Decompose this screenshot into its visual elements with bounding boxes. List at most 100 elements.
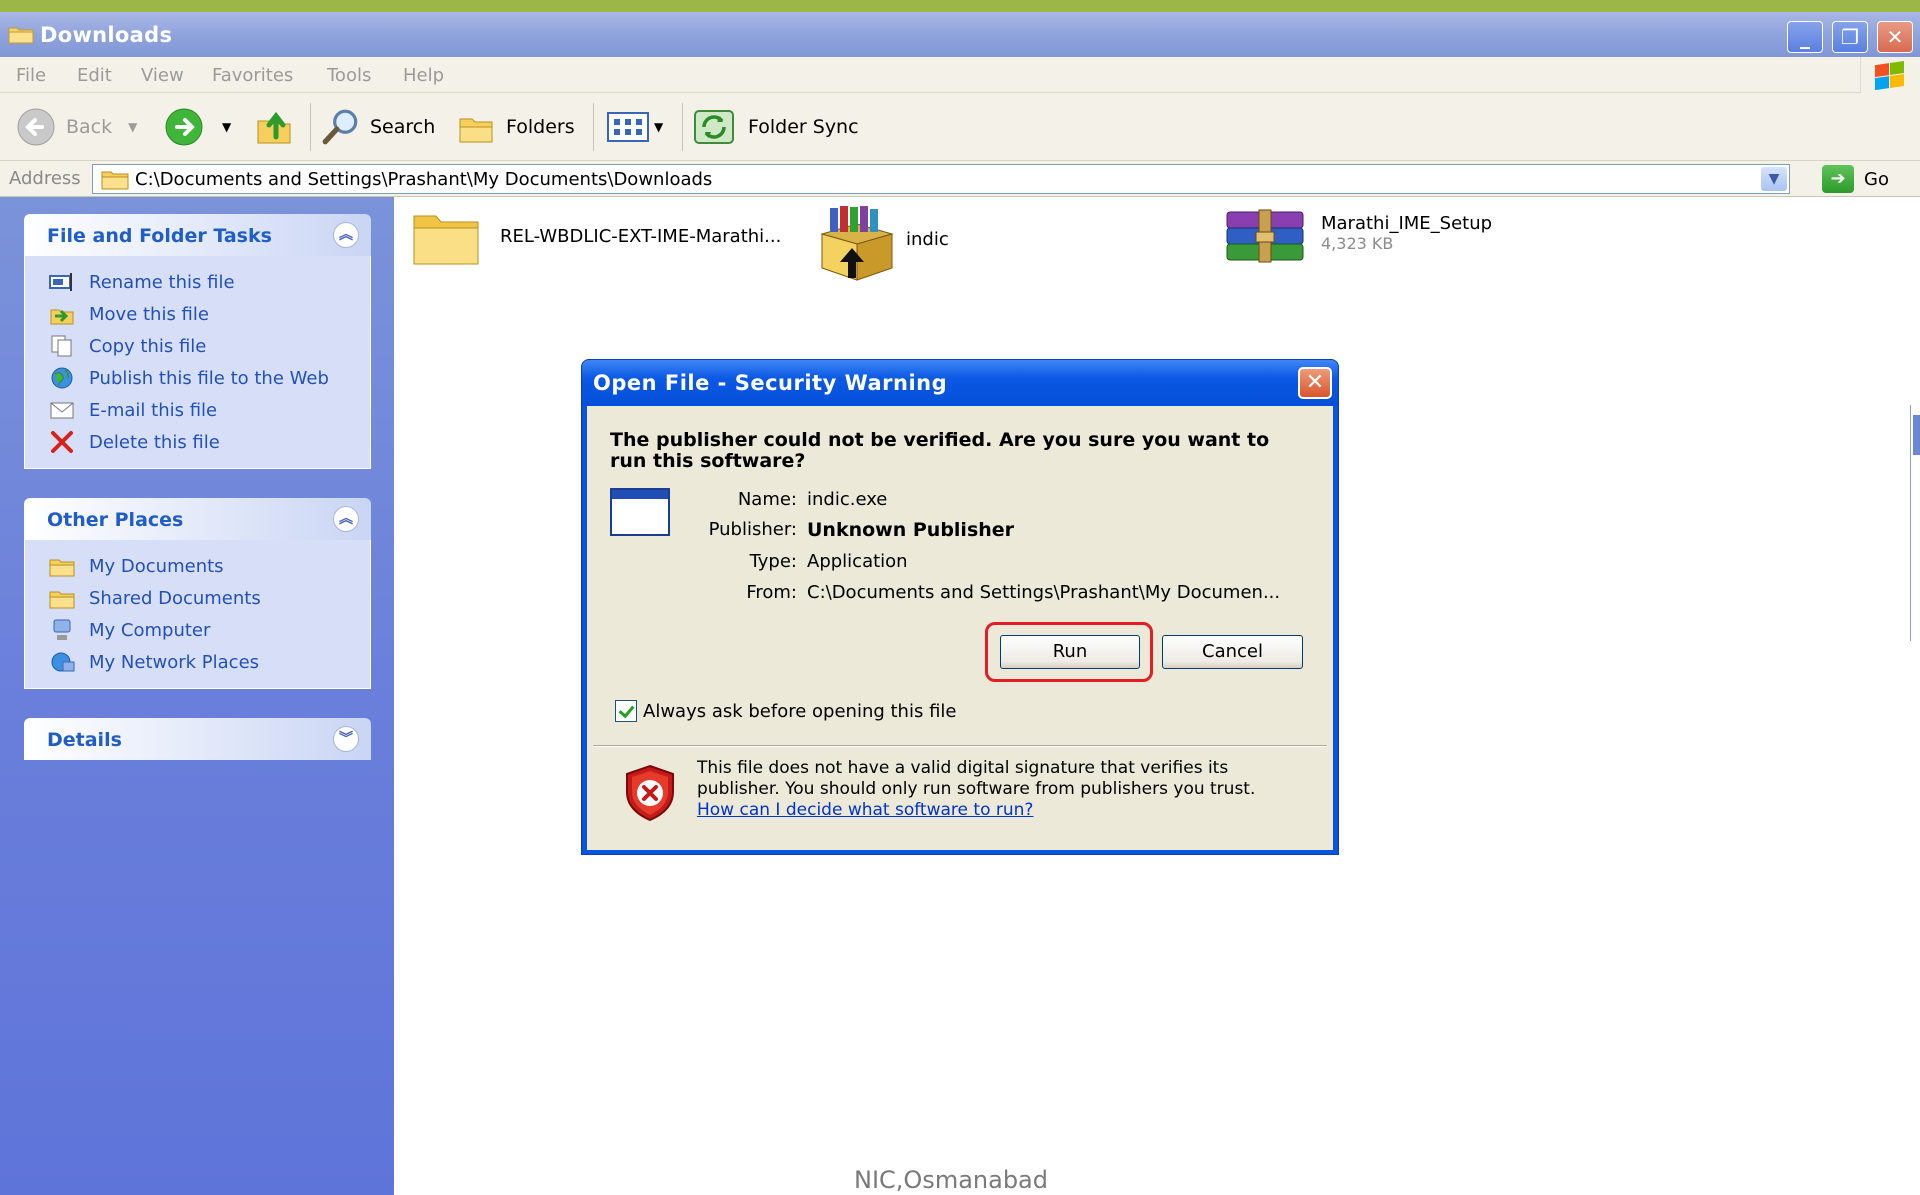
collapse-icon[interactable]: ︽ — [333, 506, 359, 532]
dialog-close-button[interactable]: ✕ — [1298, 367, 1332, 399]
file-size: 4,323 KB — [1321, 234, 1394, 253]
panel-body: Rename this file Move this file Copy thi… — [24, 256, 371, 469]
back-button[interactable]: Back ▼ — [16, 106, 137, 148]
shared-documents-link[interactable]: Shared Documents — [25, 582, 370, 614]
my-network-places-link[interactable]: My Network Places — [25, 646, 370, 678]
place-label: My Computer — [89, 619, 211, 641]
program-titlebar-graphic — [612, 490, 668, 499]
copy-file-link[interactable]: Copy this file — [25, 330, 370, 362]
file-item[interactable]: indic — [810, 204, 949, 284]
delete-file-link[interactable]: Delete this file — [25, 426, 370, 458]
dialog-titlebar[interactable]: Open File - Security Warning ✕ — [582, 360, 1338, 406]
standard-toolbar: Back ▼ ▼ Search Folders ▼ Folder Sync — [0, 93, 1920, 161]
folders-button[interactable]: Folders — [456, 106, 575, 148]
back-dropdown-icon: ▼ — [128, 120, 138, 134]
footer-credit: NIC,Osmanabad — [854, 1166, 1048, 1194]
collapse-icon[interactable]: ︽ — [333, 222, 359, 248]
explorer-task-pane: File and Folder Tasks ︽ Rename this file… — [0, 197, 394, 1195]
task-label: Delete this file — [89, 431, 220, 453]
always-ask-label[interactable]: Always ask before opening this file — [643, 701, 956, 722]
go-label: Go — [1864, 168, 1889, 190]
place-label: My Documents — [89, 555, 224, 577]
type-row: Type: Application — [667, 551, 1317, 577]
publisher-value: Unknown Publisher — [807, 519, 1015, 541]
type-label: Type: — [749, 551, 797, 572]
winrar-archive-icon — [1226, 209, 1304, 263]
run-button[interactable]: Run — [1000, 635, 1140, 669]
computer-icon — [53, 619, 71, 640]
email-icon — [50, 402, 74, 419]
folder-icon — [49, 591, 75, 609]
dialog-title: Open File - Security Warning — [593, 371, 948, 395]
folder-sync-button[interactable]: Folder Sync — [692, 106, 859, 148]
my-documents-link[interactable]: My Documents — [25, 550, 370, 582]
window-title: Downloads — [40, 23, 173, 47]
minimize-button[interactable]: _ — [1787, 21, 1823, 53]
menu-edit[interactable]: Edit — [77, 65, 112, 86]
network-icon — [51, 652, 75, 672]
views-dropdown-icon: ▼ — [654, 120, 664, 134]
folder-icon — [413, 215, 479, 265]
details-panel: Details ︾ — [24, 718, 371, 760]
move-file-link[interactable]: Move this file — [25, 298, 370, 330]
folders-label: Folders — [506, 116, 575, 138]
windows-flag-icon — [1875, 61, 1905, 91]
panel-title: Details — [47, 729, 122, 751]
always-ask-checkbox[interactable] — [615, 700, 637, 722]
dialog-divider — [593, 745, 1327, 747]
my-computer-link[interactable]: My Computer — [25, 614, 370, 646]
forward-arrow-icon — [165, 108, 203, 146]
scrollbar-thumb[interactable] — [1913, 415, 1920, 455]
name-row: Name: indic.exe — [667, 489, 1317, 515]
email-file-link[interactable]: E-mail this file — [25, 394, 370, 426]
delete-icon — [51, 431, 73, 453]
menu-tools[interactable]: Tools — [327, 65, 371, 86]
file-name: REL-WBDLIC-EXT-IME-Marathi... — [500, 225, 782, 247]
menu-favorites[interactable]: Favorites — [212, 65, 293, 86]
back-label: Back — [66, 116, 113, 138]
from-row: From: C:\Documents and Settings\Prashant… — [667, 582, 1317, 608]
panel-header[interactable]: File and Folder Tasks ︽ — [24, 214, 371, 256]
cancel-button[interactable]: Cancel — [1162, 635, 1303, 669]
file-item[interactable]: Marathi_IME_Setup 4,323 KB — [1223, 208, 1492, 266]
menu-file[interactable]: File — [16, 65, 46, 86]
file-folder-tasks-panel: File and Folder Tasks ︽ Rename this file… — [24, 214, 371, 469]
forward-button[interactable]: ▼ — [164, 106, 231, 148]
scrollbar-edge[interactable] — [1910, 405, 1920, 641]
address-input[interactable]: C:\Documents and Settings\Prashant\My Do… — [92, 164, 1790, 194]
always-ask-option: Always ask before opening this file — [615, 700, 956, 722]
panel-title: File and Folder Tasks — [47, 225, 272, 247]
panel-header[interactable]: Other Places ︽ — [24, 498, 371, 540]
expand-icon[interactable]: ︾ — [333, 726, 359, 752]
panel-header[interactable]: Details ︾ — [24, 718, 371, 760]
from-value: C:\Documents and Settings\Prashant\My Do… — [807, 582, 1281, 603]
security-shield-icon — [626, 764, 674, 822]
from-label: From: — [746, 582, 797, 603]
address-dropdown-button[interactable]: ▼ — [1761, 167, 1787, 191]
place-label: My Network Places — [89, 651, 260, 673]
restore-button[interactable]: ❐ — [1832, 21, 1868, 53]
publisher-row: Publisher: Unknown Publisher — [667, 519, 1317, 545]
address-value: C:\Documents and Settings\Prashant\My Do… — [135, 169, 713, 190]
search-button[interactable]: Search — [320, 106, 435, 148]
up-folder-button[interactable] — [254, 106, 294, 148]
help-link[interactable]: How can I decide what software to run? — [697, 800, 1033, 820]
up-folder-icon — [257, 111, 291, 144]
security-warning-dialog: Open File - Security Warning ✕ The publi… — [581, 359, 1339, 855]
toolbar-separator — [593, 103, 594, 151]
warning-text: This file does not have a valid digital … — [697, 758, 1256, 799]
menu-view[interactable]: View — [141, 65, 184, 86]
move-icon — [50, 309, 74, 325]
file-name: indic — [906, 228, 949, 250]
publish-file-link[interactable]: Publish this file to the Web — [25, 362, 370, 394]
rename-file-link[interactable]: Rename this file — [25, 266, 370, 298]
address-bar: Address C:\Documents and Settings\Prasha… — [0, 161, 1920, 197]
go-button[interactable]: ➔ Go — [1822, 164, 1889, 194]
search-label: Search — [370, 116, 436, 138]
menu-help[interactable]: Help — [403, 65, 444, 86]
views-button[interactable]: ▼ — [606, 106, 663, 148]
top-accent-strip — [0, 0, 1920, 12]
back-arrow-icon — [17, 108, 55, 146]
close-window-button[interactable]: ✕ — [1877, 21, 1913, 53]
file-item[interactable]: REL-WBDLIC-EXT-IME-Marathi... — [410, 206, 781, 270]
